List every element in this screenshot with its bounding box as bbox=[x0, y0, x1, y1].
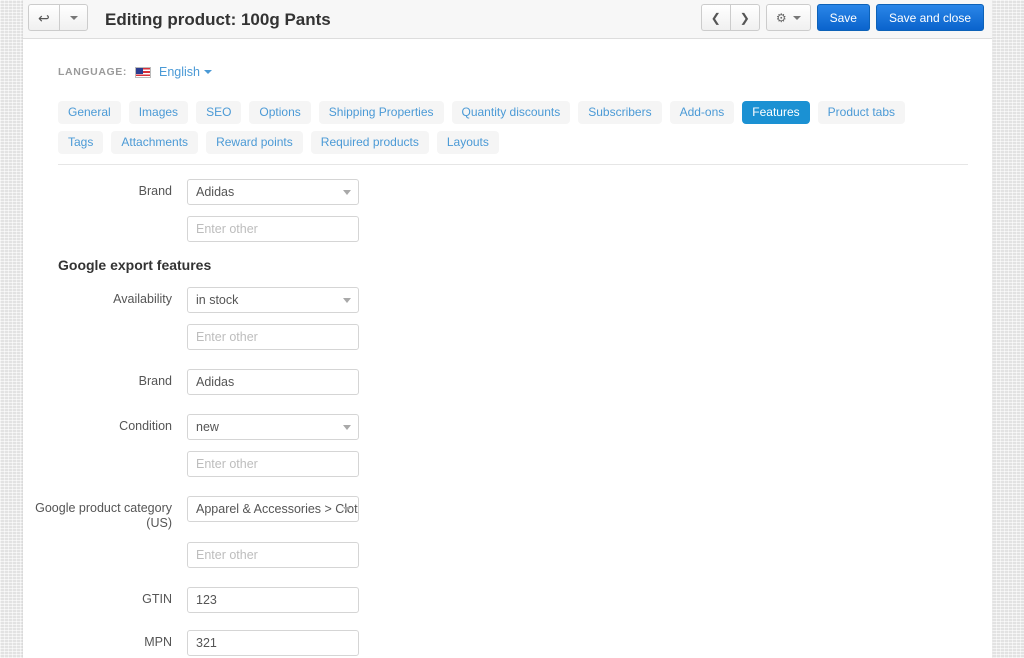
language-selector-row: LANGUAGE: English bbox=[35, 57, 980, 87]
us-flag-icon bbox=[134, 66, 151, 78]
tab-subscribers[interactable]: Subscribers bbox=[578, 101, 662, 124]
language-dropdown[interactable]: English bbox=[159, 65, 200, 79]
google-product-category-other-input[interactable] bbox=[187, 542, 359, 568]
tab-features[interactable]: Features bbox=[742, 101, 810, 124]
chevron-left-icon: ❮ bbox=[710, 10, 721, 25]
brand-select-wrap: Adidas bbox=[187, 179, 359, 205]
tab-options[interactable]: Options bbox=[249, 101, 311, 124]
brand-label: Brand bbox=[138, 184, 172, 198]
tab-tags[interactable]: Tags bbox=[58, 131, 104, 154]
availability-select[interactable]: in stock bbox=[187, 287, 359, 313]
chevron-right-icon: ❯ bbox=[739, 10, 750, 25]
brand-other-input[interactable] bbox=[187, 216, 359, 242]
product-tabs-nav: General Images SEO Options Shipping Prop… bbox=[35, 101, 948, 154]
caret-down-icon bbox=[792, 15, 801, 20]
page-content: LANGUAGE: English General Images SEO Opt… bbox=[23, 57, 992, 656]
condition-other-input[interactable] bbox=[187, 451, 359, 477]
caret-down-icon bbox=[203, 70, 212, 74]
tab-product-tabs[interactable]: Product tabs bbox=[817, 101, 906, 124]
condition-select-wrap: new bbox=[187, 414, 359, 440]
field-row-google-brand: Brand bbox=[35, 369, 980, 395]
save-button[interactable]: Save bbox=[816, 4, 870, 31]
caret-down-icon bbox=[69, 15, 78, 20]
page-title: Editing product: 100g Pants bbox=[105, 10, 331, 29]
condition-label: Condition bbox=[119, 419, 172, 433]
field-row-google-product-category-other bbox=[35, 542, 980, 568]
top-toolbar: ↩ Editing product: 100g Pants ❮ ❯ ⚙ Save… bbox=[23, 0, 992, 39]
features-form: Brand Adidas Google export features Avai… bbox=[35, 165, 980, 656]
tab-required-products[interactable]: Required products bbox=[310, 131, 429, 154]
availability-label: Availability bbox=[113, 292, 172, 306]
field-row-google-product-category: Google product category (US) Apparel & A… bbox=[35, 496, 980, 531]
settings-dropdown-button[interactable]: ⚙ bbox=[765, 4, 811, 31]
tab-attachments[interactable]: Attachments bbox=[111, 131, 199, 154]
field-row-brand: Brand Adidas bbox=[35, 179, 980, 205]
availability-select-wrap: in stock bbox=[187, 287, 359, 313]
field-row-availability: Availability in stock bbox=[35, 287, 980, 313]
tab-reward-points[interactable]: Reward points bbox=[206, 131, 303, 154]
brand-select[interactable]: Adidas bbox=[187, 179, 359, 205]
gtin-input[interactable] bbox=[187, 587, 359, 613]
tab-shipping-properties[interactable]: Shipping Properties bbox=[318, 101, 444, 124]
next-product-button[interactable]: ❯ bbox=[729, 4, 760, 31]
google-product-category-label: Google product category (US) bbox=[35, 496, 187, 531]
back-button-group: ↩ bbox=[28, 4, 88, 31]
google-product-category-label-line1: Google product category bbox=[35, 501, 172, 515]
availability-other-wrap bbox=[187, 324, 359, 350]
editor-page: ↩ Editing product: 100g Pants ❮ ❯ ⚙ Save… bbox=[23, 0, 992, 658]
mpn-label: MPN bbox=[144, 635, 172, 649]
toolbar-right-group: ❮ ❯ ⚙ Save Save and close bbox=[700, 4, 984, 31]
gear-icon: ⚙ bbox=[775, 10, 787, 25]
google-export-features-heading: Google export features bbox=[58, 257, 212, 273]
language-label: LANGUAGE: bbox=[58, 66, 127, 78]
toolbar-left-group: ↩ bbox=[28, 4, 88, 31]
google-product-category-select-wrap: Apparel & Accessories > Cloth... bbox=[187, 496, 359, 522]
field-row-condition-other bbox=[35, 451, 980, 477]
tab-images[interactable]: Images bbox=[128, 101, 189, 124]
availability-other-input[interactable] bbox=[187, 324, 359, 350]
gtin-label: GTIN bbox=[142, 592, 172, 606]
google-brand-input[interactable] bbox=[187, 369, 359, 395]
tab-add-ons[interactable]: Add-ons bbox=[669, 101, 735, 124]
tab-seo[interactable]: SEO bbox=[196, 101, 242, 124]
field-row-condition: Condition new bbox=[35, 414, 980, 440]
tab-quantity-discounts[interactable]: Quantity discounts bbox=[451, 101, 571, 124]
save-and-close-button[interactable]: Save and close bbox=[875, 4, 984, 31]
field-row-brand-other bbox=[35, 216, 980, 242]
google-product-category-label-line2: (US) bbox=[146, 516, 172, 530]
tab-general[interactable]: General bbox=[58, 101, 121, 124]
back-button[interactable]: ↩ bbox=[28, 4, 59, 31]
field-row-mpn: MPN bbox=[35, 630, 980, 656]
previous-product-button[interactable]: ❮ bbox=[700, 4, 730, 31]
field-row-gtin: GTIN bbox=[35, 587, 980, 613]
google-product-category-select[interactable]: Apparel & Accessories > Cloth... bbox=[187, 496, 359, 522]
tab-layouts[interactable]: Layouts bbox=[436, 131, 499, 154]
prev-next-button-group: ❮ ❯ bbox=[700, 4, 760, 31]
back-arrow-icon: ↩ bbox=[38, 9, 50, 26]
condition-other-wrap bbox=[187, 451, 359, 477]
back-dropdown-button[interactable] bbox=[58, 4, 88, 31]
google-brand-label: Brand bbox=[138, 374, 172, 388]
field-row-availability-other bbox=[35, 324, 980, 350]
google-product-category-other-wrap bbox=[187, 542, 359, 568]
condition-select[interactable]: new bbox=[187, 414, 359, 440]
mpn-input[interactable] bbox=[187, 630, 359, 656]
brand-other-wrap bbox=[187, 216, 359, 242]
